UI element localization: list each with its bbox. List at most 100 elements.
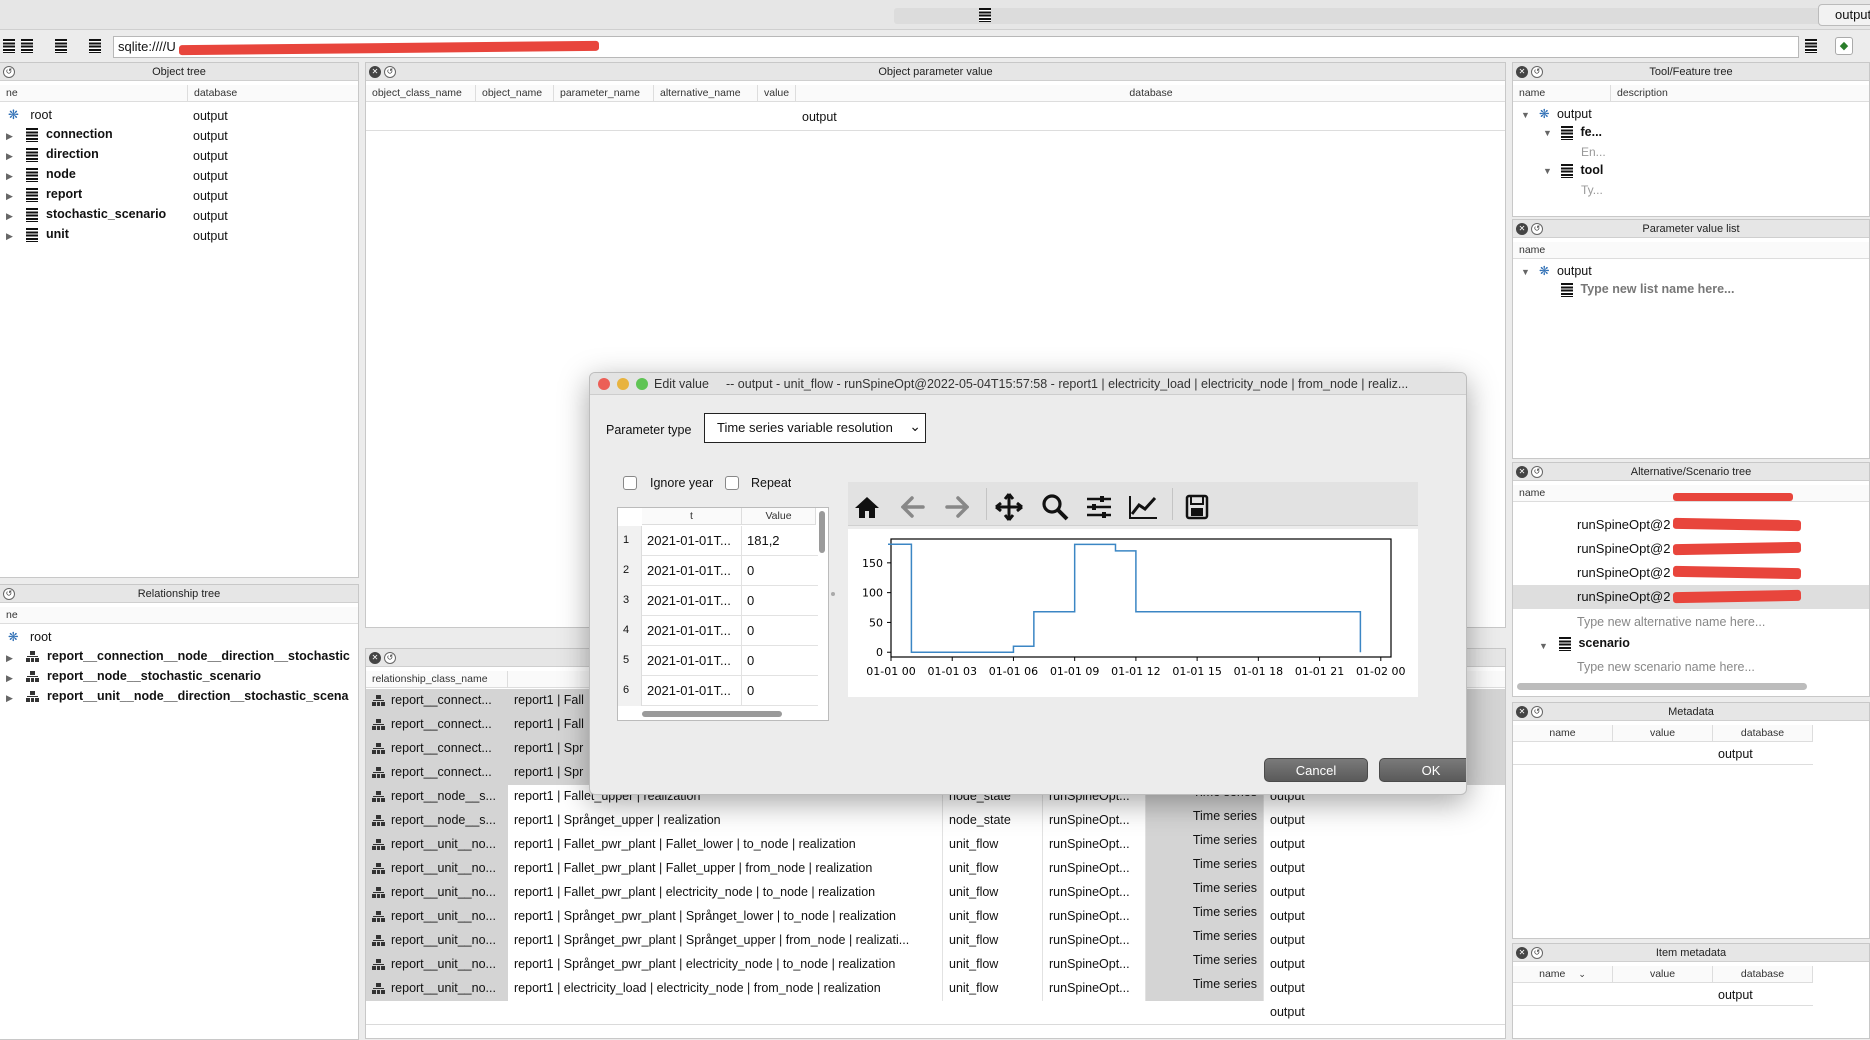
value-cell[interactable]: 0 — [742, 676, 816, 706]
column-header[interactable]: value — [758, 85, 796, 102]
value-cell[interactable]: Time series — [1146, 953, 1264, 977]
table-row[interactable]: report__unit__no... report1 | Fallet_pwr_… — [366, 881, 1505, 905]
alternative-name-cell[interactable]: runSpineOpt... — [1043, 953, 1146, 977]
float-icon[interactable]: ↺ — [1531, 706, 1543, 718]
close-icon[interactable]: ✕ — [1516, 66, 1528, 78]
alternative-name-cell[interactable]: runSpineOpt... — [1043, 905, 1146, 929]
database-cell[interactable]: output — [1718, 747, 1753, 761]
object-class-item[interactable]: unit — [26, 227, 69, 242]
value-cell[interactable]: 0 — [742, 616, 816, 646]
expand-arrow-icon[interactable]: ▶ — [6, 231, 13, 242]
plot-canvas[interactable]: 0 50 100 150 01-01 00 01-01 03 01-01 06 01-01 0… — [848, 529, 1418, 697]
tools-node[interactable]: tool — [1561, 163, 1603, 178]
value-cell[interactable]: 181,2 — [742, 526, 816, 556]
value-header[interactable]: value — [1613, 725, 1713, 742]
object-class-item[interactable]: node — [26, 167, 76, 182]
value-header[interactable]: Value — [742, 508, 816, 525]
value-cell[interactable]: Time series — [1146, 857, 1264, 881]
menu-icon-2[interactable] — [21, 39, 33, 53]
horizontal-scrollbar[interactable] — [1517, 683, 1807, 690]
column-header[interactable]: object_class_name — [366, 85, 476, 102]
parameter-name-cell[interactable]: unit_flow — [943, 929, 1043, 953]
relationship-class-item[interactable]: report__node__stochastic_scenario — [26, 669, 261, 683]
database-cell[interactable]: output — [1718, 988, 1753, 1002]
parameter-name-cell[interactable]: unit_flow — [943, 857, 1043, 881]
float-icon[interactable]: ↺ — [1531, 223, 1543, 235]
relationship-class-cell[interactable]: report__unit__no... — [366, 929, 508, 953]
home-icon[interactable] — [852, 492, 882, 522]
relationship-class-item[interactable]: report__unit__node__direction__stochasti… — [26, 689, 349, 703]
alternative-name-cell[interactable]: runSpineOpt... — [1043, 857, 1146, 881]
database-cell[interactable]: output — [1264, 833, 1505, 857]
name-header[interactable]: name — [1513, 725, 1613, 742]
table-row[interactable]: 6 2021-01-01T... 0 — [618, 676, 818, 706]
value-cell[interactable]: 0 — [742, 586, 816, 616]
output-tab[interactable]: output — [1818, 4, 1870, 26]
table-row[interactable]: report__unit__no... report1 | Fallet_pwr_… — [366, 833, 1505, 857]
alternative-item[interactable]: runSpineOpt@2 — [1513, 561, 1869, 585]
scenario-node[interactable]: scenario — [1559, 636, 1630, 651]
float-icon[interactable]: ↺ — [3, 588, 15, 600]
col-name-header[interactable]: name — [1513, 242, 1869, 259]
value-cell[interactable]: 0 — [742, 646, 816, 676]
close-window-icon[interactable] — [598, 378, 610, 390]
close-icon[interactable]: ✕ — [1516, 947, 1528, 959]
relationship-class-cell[interactable]: report__node__s... — [366, 809, 508, 833]
vertical-scrollbar[interactable] — [819, 511, 825, 553]
database-cell[interactable]: output — [1264, 953, 1505, 977]
table-row[interactable]: 4 2021-01-01T... 0 — [618, 616, 818, 646]
value-cell[interactable]: Time series — [1146, 881, 1264, 905]
relationship-class-cell[interactable]: report__connect... — [366, 761, 508, 785]
alternative-item[interactable]: runSpineOpt@2 — [1513, 537, 1869, 561]
tree-root[interactable]: ❋ root — [8, 629, 52, 644]
repeat-checkbox[interactable] — [725, 476, 739, 490]
value-cell[interactable]: Time series — [1146, 929, 1264, 953]
object-name-list-cell[interactable]: report1 | electricity_load | electricity… — [508, 977, 943, 1001]
expand-arrow-icon[interactable]: ▼ — [1543, 166, 1552, 176]
object-class-item[interactable]: connection — [26, 127, 113, 142]
object-name-list-cell[interactable]: report1 | Fallet_pwr_plant | electricity… — [508, 881, 943, 905]
value-cell[interactable]: Time series — [1146, 977, 1264, 1001]
new-scenario-placeholder[interactable]: Type new scenario name here... — [1577, 660, 1755, 674]
database-url-field[interactable]: sqlite:////U — [113, 36, 1799, 58]
col-name-header[interactable]: name — [1513, 85, 1611, 102]
configure-subplots-icon[interactable] — [1084, 492, 1114, 522]
float-icon[interactable]: ↺ — [1531, 466, 1543, 478]
tools-hint[interactable]: Ty... — [1581, 183, 1603, 197]
time-cell[interactable]: 2021-01-01T... — [642, 646, 742, 676]
close-icon[interactable]: ✕ — [1516, 706, 1528, 718]
value-header[interactable]: value — [1613, 966, 1713, 983]
database-header[interactable]: database — [1713, 725, 1813, 742]
close-icon[interactable]: ✕ — [1516, 223, 1528, 235]
value-cell[interactable]: Time series — [1146, 809, 1264, 833]
close-icon[interactable]: ✕ — [369, 652, 381, 664]
tree-root[interactable]: ❋ root — [8, 107, 52, 123]
expand-arrow-icon[interactable]: ▼ — [1539, 641, 1548, 651]
database-cell[interactable]: output — [1264, 977, 1505, 1001]
float-icon[interactable]: ↺ — [384, 66, 396, 78]
splitter-handle[interactable] — [831, 592, 835, 596]
table-row[interactable]: 3 2021-01-01T... 0 — [618, 586, 818, 616]
expand-arrow-icon[interactable]: ▼ — [1521, 267, 1530, 277]
expand-arrow-icon[interactable]: ▶ — [6, 191, 13, 202]
time-cell[interactable]: 2021-01-01T... — [642, 556, 742, 586]
expand-arrow-icon[interactable]: ▶ — [6, 171, 13, 182]
relationship-class-cell[interactable]: report__node__s... — [366, 785, 508, 809]
empty-table-row[interactable]: output — [366, 1001, 1505, 1025]
expand-arrow-icon[interactable]: ▶ — [6, 131, 13, 142]
features-node[interactable]: fe... — [1561, 125, 1602, 140]
database-cell[interactable]: output — [802, 110, 837, 124]
object-class-item[interactable]: direction — [26, 147, 99, 162]
relationship-class-cell[interactable]: report__connect... — [366, 689, 508, 713]
t-header[interactable]: t — [642, 508, 742, 525]
ignore-year-checkbox[interactable] — [623, 476, 637, 490]
new-alternative-placeholder[interactable]: Type new alternative name here... — [1577, 615, 1765, 629]
expand-arrow-icon[interactable]: ▼ — [1521, 110, 1530, 120]
tool-tree-root[interactable]: ❋ output — [1539, 106, 1592, 121]
minimize-window-icon[interactable] — [617, 378, 629, 390]
expand-arrow-icon[interactable]: ▶ — [6, 673, 13, 684]
table-row[interactable]: report__unit__no... report1 | Språnget_pw… — [366, 953, 1505, 977]
relationship-class-cell[interactable]: report__unit__no... — [366, 833, 508, 857]
relationship-class-cell[interactable]: report__unit__no... — [366, 953, 508, 977]
col-name-header[interactable]: ne — [0, 607, 358, 624]
